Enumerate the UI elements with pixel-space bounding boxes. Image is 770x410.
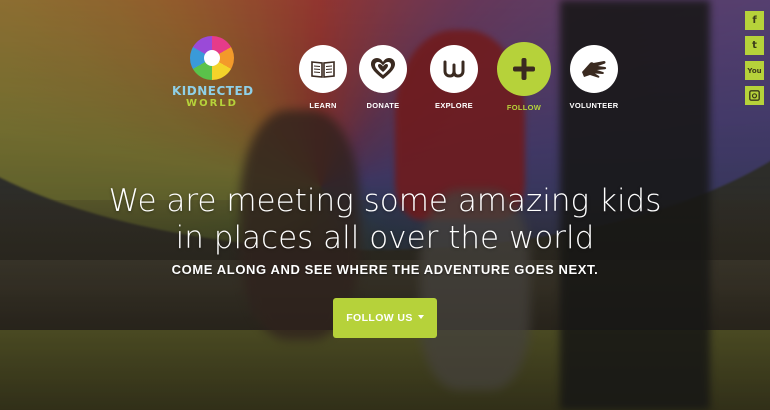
nav-label-volunteer: VOLUNTEER: [569, 101, 619, 110]
logo-word-world: WORLD: [186, 98, 238, 109]
hero-headline: We are meeting some amazing kids in plac…: [0, 183, 770, 257]
nav-label-donate: DONATE: [366, 101, 400, 110]
book-icon: [311, 61, 335, 78]
facebook-icon: f: [752, 15, 757, 26]
explore-circle: [430, 45, 478, 93]
social-links: f t You: [745, 11, 764, 111]
caret-down-icon: [417, 315, 424, 319]
nav-label-explore: EXPLORE: [435, 101, 473, 110]
logo-flower-icon: [190, 36, 234, 80]
hero-headline-line2: in places all over the world: [175, 220, 595, 256]
youtube-link[interactable]: You: [745, 61, 764, 80]
instagram-icon: [749, 90, 760, 101]
plus-icon: [513, 58, 535, 80]
follow-circle: [497, 42, 551, 96]
nav-item-explore[interactable]: EXPLORE: [419, 45, 489, 110]
facebook-link[interactable]: f: [745, 11, 764, 30]
learn-circle: [299, 45, 347, 93]
logo-word-kidnected: KIDNECTED: [172, 84, 254, 98]
heart-icon: [371, 58, 395, 79]
w-icon: [443, 60, 465, 78]
hand-icon: [582, 61, 607, 78]
twitter-icon: t: [752, 40, 757, 51]
nav-item-follow[interactable]: FOLLOW: [489, 42, 559, 112]
hero-headline-line1: We are meeting some amazing kids: [108, 183, 662, 219]
instagram-link[interactable]: [745, 86, 764, 105]
donate-circle: [359, 45, 407, 93]
nav-label-follow: FOLLOW: [506, 103, 542, 112]
nav-item-volunteer[interactable]: VOLUNTEER: [559, 45, 629, 110]
youtube-icon: You: [747, 66, 762, 75]
volunteer-circle: [570, 45, 618, 93]
hero-subheading: COME ALONG AND SEE WHERE THE ADVENTURE G…: [171, 262, 599, 277]
nav-item-donate[interactable]: DONATE: [348, 45, 418, 110]
site-logo[interactable]: KIDNECTED WORLD: [172, 36, 254, 109]
twitter-link[interactable]: t: [745, 36, 764, 55]
follow-us-button[interactable]: FOLLOW US: [333, 298, 437, 338]
follow-us-label: FOLLOW US: [346, 312, 413, 324]
